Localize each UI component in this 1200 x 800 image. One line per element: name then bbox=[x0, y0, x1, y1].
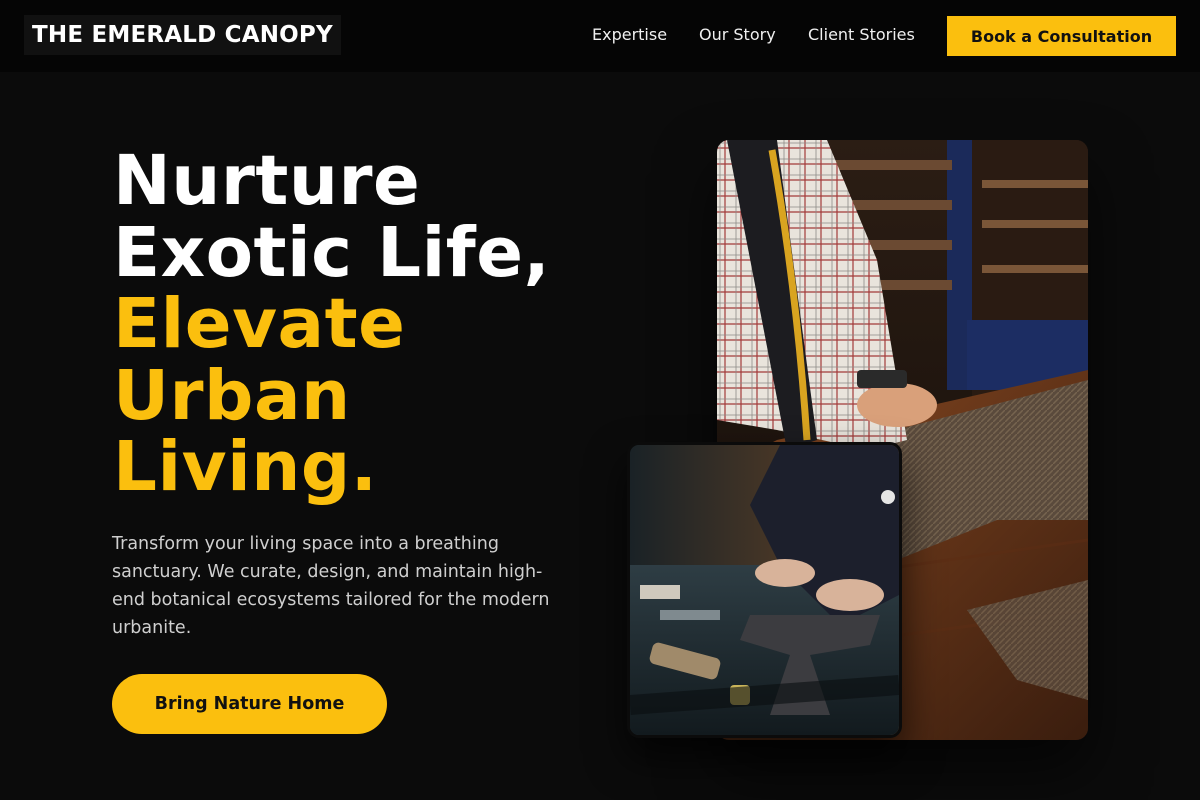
hero-image-secondary bbox=[627, 442, 902, 738]
bring-nature-home-button[interactable]: Bring Nature Home bbox=[112, 674, 387, 734]
hero-description: Transform your living space into a breat… bbox=[112, 534, 550, 638]
book-consultation-button[interactable]: Book a Consultation bbox=[947, 16, 1176, 56]
headline-highlight-line: Living. bbox=[113, 427, 378, 507]
headline-line: Exotic Life, bbox=[113, 212, 551, 293]
hero-headline: Nurture Exotic Life, Elevate Urban Livin… bbox=[113, 141, 593, 507]
headline-line: Nurture bbox=[113, 141, 421, 221]
page: THE EMERALD CANOPY Expertise Our Story C… bbox=[0, 0, 1200, 800]
headline-highlight-line: Urban bbox=[113, 355, 351, 436]
navbar: THE EMERALD CANOPY Expertise Our Story C… bbox=[0, 0, 1200, 72]
nav-link-client-stories[interactable]: Client Stories bbox=[808, 24, 915, 46]
headline-highlight-line: Elevate bbox=[113, 284, 406, 364]
nav-link-our-story[interactable]: Our Story bbox=[699, 24, 776, 46]
nav-link-expertise[interactable]: Expertise bbox=[592, 24, 667, 46]
